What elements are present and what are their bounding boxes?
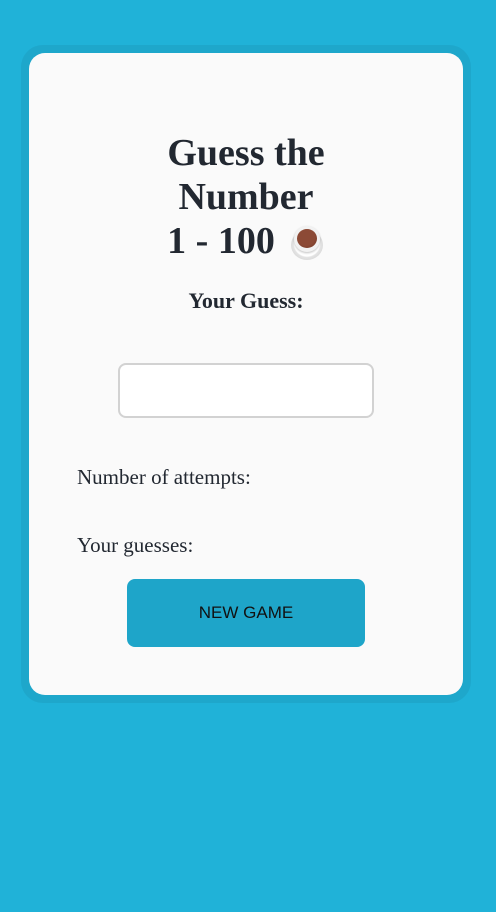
attempts-label: Number of attempts:	[77, 465, 251, 489]
guesses-label: Your guesses:	[77, 533, 194, 557]
guess-input[interactable]	[118, 363, 374, 418]
coffee-cup-icon	[290, 226, 325, 260]
page-title: Guess the Number 1 - 100	[29, 131, 463, 263]
range-text: 1 - 100	[167, 220, 275, 262]
range-line: 1 - 100	[167, 219, 325, 263]
new-game-button[interactable]: NEW GAME	[127, 579, 365, 647]
game-card: Guess the Number 1 - 100 Your Guess: Num…	[29, 53, 463, 695]
title-line-1: Guess the	[167, 132, 325, 174]
guess-label: Your Guess:	[188, 288, 304, 313]
game-frame: Guess the Number 1 - 100 Your Guess: Num…	[21, 45, 471, 703]
title-line-2: Number	[178, 176, 314, 218]
